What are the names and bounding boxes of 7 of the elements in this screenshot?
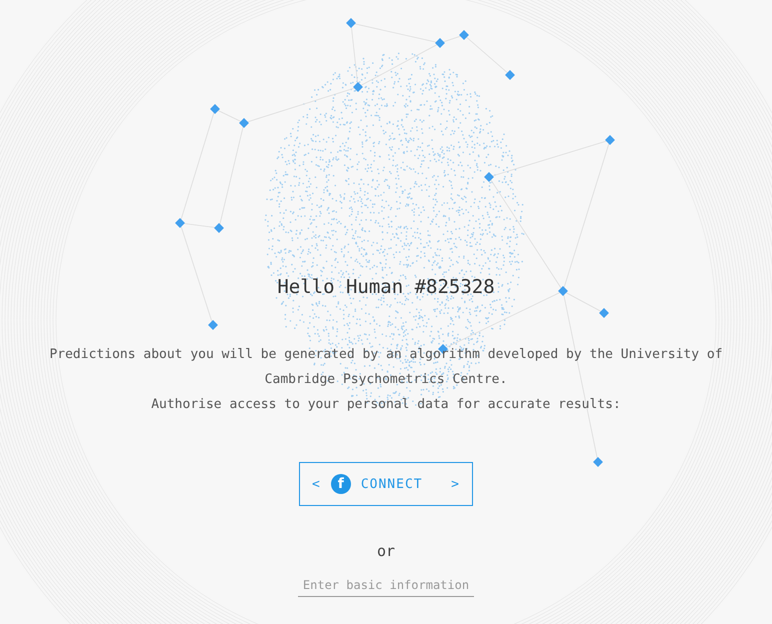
basic-information-field[interactable]: Enter basic information — [298, 574, 474, 597]
intro-text: Predictions about you will be generated by an algorithm developed by the University of Cambridge Psychometrics Centre. — [48, 346, 724, 389]
greeting-title: Hello Human #825328 — [277, 276, 495, 298]
connect-button[interactable]: < f CONNECT > — [299, 462, 473, 506]
intro-text: Authorise access to your personal data for accurate results: — [150, 396, 622, 414]
facebook-logo-icon: f — [330, 474, 351, 494]
separator-text: or — [376, 542, 396, 560]
